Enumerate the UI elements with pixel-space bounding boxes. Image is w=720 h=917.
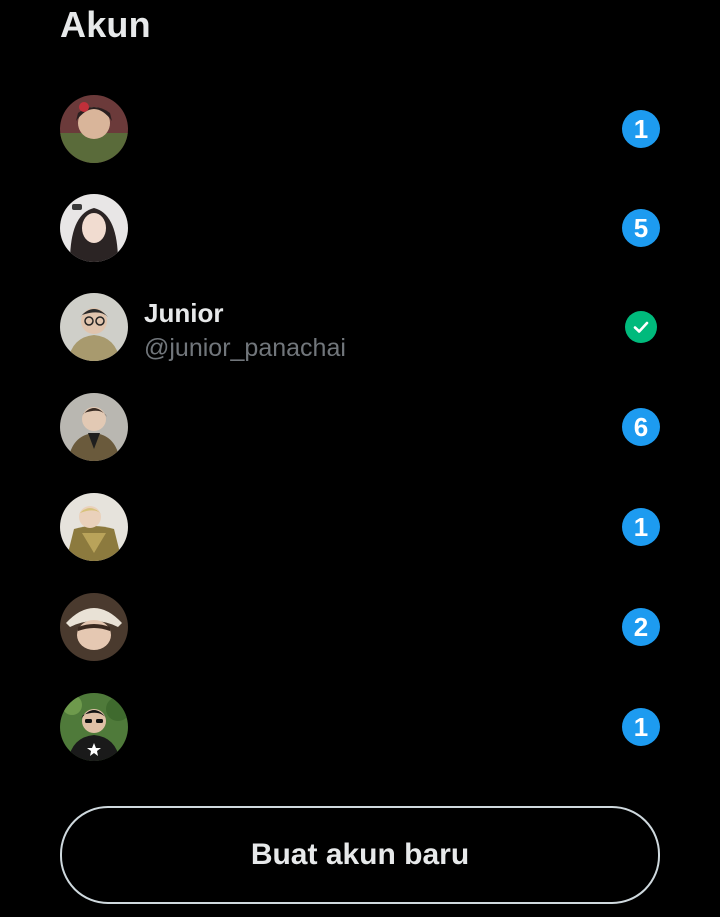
notification-badge: 1 (622, 708, 660, 746)
create-account-button[interactable]: Buat akun baru (60, 806, 660, 904)
avatar (60, 293, 128, 361)
notification-badge: 2 (622, 608, 660, 646)
account-row[interactable]: 6 (0, 378, 720, 478)
avatar (60, 493, 128, 561)
avatar (60, 593, 128, 661)
account-row[interactable]: 5 (0, 178, 720, 278)
avatar (60, 393, 128, 461)
notification-badge: 5 (622, 209, 660, 247)
notification-badge: 6 (622, 408, 660, 446)
account-row[interactable]: 2 (0, 578, 720, 678)
avatar (60, 194, 128, 262)
notification-badge: 1 (622, 508, 660, 546)
account-row[interactable]: 1 (0, 78, 720, 178)
account-row[interactable]: 1 (0, 478, 720, 578)
avatar (60, 95, 128, 163)
notification-badge: 1 (622, 110, 660, 148)
account-row-active[interactable]: Junior @junior_panachai (0, 278, 720, 378)
page-title: Akun (60, 4, 151, 45)
account-name: Junior (144, 298, 224, 328)
check-icon (625, 311, 657, 343)
account-handle: @junior_panachai (144, 334, 346, 362)
account-row[interactable]: 1 (0, 678, 720, 778)
avatar (60, 693, 128, 761)
